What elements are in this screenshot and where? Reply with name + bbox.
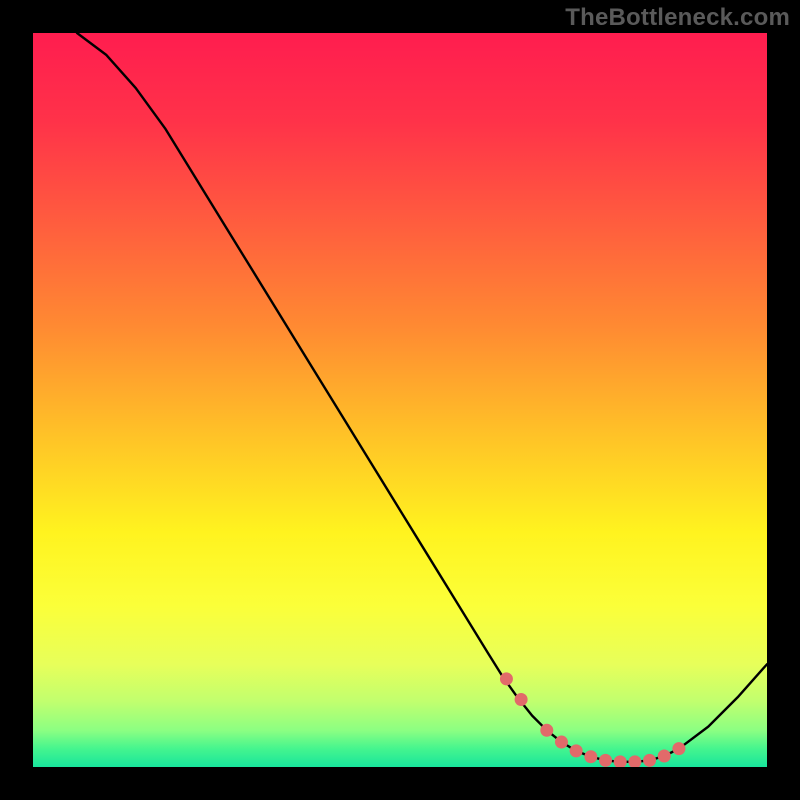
marker-point (672, 742, 685, 755)
marker-point (540, 724, 553, 737)
marker-point (584, 750, 597, 763)
plot-area (33, 33, 767, 767)
marker-point (599, 754, 612, 767)
attribution-label: TheBottleneck.com (565, 4, 790, 32)
marker-point (570, 744, 583, 757)
gradient-background (33, 33, 767, 767)
marker-point (555, 736, 568, 749)
chart-frame: TheBottleneck.com (0, 0, 800, 800)
bottleneck-chart (33, 33, 767, 767)
marker-point (658, 749, 671, 762)
marker-point (643, 754, 656, 767)
marker-point (500, 672, 513, 685)
marker-point (515, 693, 528, 706)
